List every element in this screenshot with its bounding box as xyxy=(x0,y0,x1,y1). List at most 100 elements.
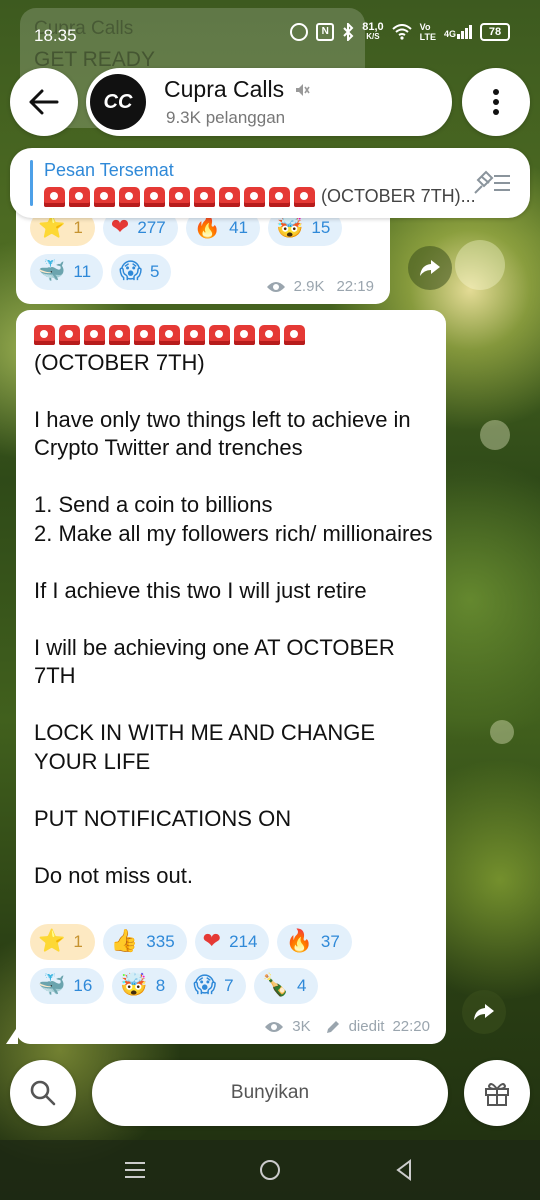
reactions-row: ⭐ 1 👍 335 ❤ 214 🔥 37 🐳 16 🤯 8 😱 7 🍾 4 xyxy=(30,924,400,1004)
more-vertical-icon xyxy=(493,89,499,115)
muted-speaker-icon xyxy=(296,83,310,96)
reaction-count: 15 xyxy=(311,218,331,237)
nav-menu-icon[interactable] xyxy=(123,1160,147,1180)
reaction-count: 37 xyxy=(320,932,340,951)
reaction-chip[interactable]: 🔥 37 xyxy=(277,924,352,960)
alarm-icon xyxy=(290,23,309,41)
reaction-chip[interactable]: ⭐ 1 xyxy=(30,924,95,960)
nav-home-icon[interactable] xyxy=(258,1158,282,1182)
channel-header[interactable]: CC Cupra Calls 9.3K pelanggan xyxy=(86,68,452,136)
reaction-chip[interactable]: 😱 7 xyxy=(185,968,246,1004)
avatar-logo-text: CC xyxy=(103,90,133,113)
system-nav-bar xyxy=(0,1140,540,1200)
pinned-message-bar[interactable]: Pesan Tersemat (OCTOBER 7TH)... xyxy=(10,148,530,218)
reaction-emoji: ⭐ xyxy=(38,929,66,954)
siren-emoji-row xyxy=(34,320,434,349)
reaction-emoji: 😱 xyxy=(193,973,217,998)
battery-icon: 78 xyxy=(480,23,510,41)
search-icon xyxy=(30,1080,56,1106)
view-count: 3K xyxy=(292,1018,311,1035)
message-bubble-main[interactable]: (OCTOBER 7TH) I have only two things lef… xyxy=(16,310,446,1044)
message-line: I have only two things left to achieve i… xyxy=(34,406,411,461)
reaction-count: 335 xyxy=(146,932,175,951)
reaction-emoji: 🐳 xyxy=(38,259,66,284)
unmute-button[interactable]: Bunyikan xyxy=(92,1060,448,1126)
reaction-count: 5 xyxy=(150,262,160,281)
back-arrow-icon xyxy=(29,89,59,115)
share-arrow-icon xyxy=(420,260,440,276)
reaction-emoji: ❤ xyxy=(110,215,130,240)
share-button[interactable] xyxy=(462,990,506,1034)
unpin-list-icon[interactable] xyxy=(472,170,512,196)
reaction-emoji: 🤯 xyxy=(276,215,304,240)
reaction-chip[interactable]: 🐳 16 xyxy=(30,968,105,1004)
reaction-chip[interactable]: 👍 335 xyxy=(102,924,187,960)
reaction-emoji: 🐳 xyxy=(38,973,66,998)
message-line: I will be achieving one AT OCTOBER 7TH xyxy=(34,634,395,689)
reaction-count: 4 xyxy=(297,976,307,995)
message-meta: 2.9K 22:19 xyxy=(266,278,374,295)
reaction-emoji: 🔥 xyxy=(285,929,313,954)
view-count: 2.9K xyxy=(293,278,325,295)
reaction-chip[interactable]: 🍾 4 xyxy=(253,968,319,1004)
reaction-chip[interactable]: ❤ 214 xyxy=(194,924,270,960)
message-meta: 3K diedit 22:20 xyxy=(264,1018,430,1035)
reaction-chip[interactable]: 😱 5 xyxy=(111,254,172,290)
background-bokeh xyxy=(480,420,510,450)
status-bar: 18.35 N 81,0 K/S Vo LTE 4G 78 xyxy=(0,0,540,60)
share-arrow-icon xyxy=(474,1004,494,1020)
avatar[interactable]: CC xyxy=(90,74,146,130)
nav-back-icon[interactable] xyxy=(394,1158,414,1182)
reaction-count: 214 xyxy=(229,932,258,951)
message-line: Do not miss out. xyxy=(34,862,193,888)
pinned-preview: (OCTOBER 7TH)... xyxy=(44,186,476,207)
reaction-emoji: 👍 xyxy=(110,929,139,954)
back-button[interactable] xyxy=(10,68,78,136)
net-speed: 81,0 K/S xyxy=(362,21,384,42)
reaction-emoji: ⭐ xyxy=(38,215,66,240)
background-bokeh xyxy=(490,720,514,744)
gift-icon xyxy=(485,1083,509,1106)
channel-title: Cupra Calls xyxy=(164,76,310,103)
status-time: 18.35 xyxy=(34,26,77,45)
reaction-count: 16 xyxy=(73,976,93,995)
message-line: (OCTOBER 7TH) xyxy=(34,349,205,375)
pinned-preview-text: (OCTOBER 7TH)... xyxy=(321,186,476,206)
message-time: 22:19 xyxy=(336,278,374,295)
bubble-tail xyxy=(6,1026,18,1044)
reaction-emoji: 🤯 xyxy=(120,973,148,998)
reaction-chip[interactable]: 🐳 11 xyxy=(30,254,104,290)
reaction-count: 8 xyxy=(155,976,166,995)
message-line: 1. Send a coin to billions xyxy=(34,492,273,517)
more-menu-button[interactable] xyxy=(462,68,530,136)
nfc-icon: N xyxy=(316,23,335,41)
reaction-emoji: 🍾 xyxy=(261,973,290,998)
eye-icon xyxy=(265,1021,284,1032)
share-button[interactable] xyxy=(408,246,452,290)
edited-pencil-icon xyxy=(326,1020,339,1033)
reaction-chip[interactable]: 🤯 8 xyxy=(112,968,178,1004)
eye-icon xyxy=(266,281,285,292)
reaction-count: 41 xyxy=(229,218,249,237)
siren-emoji-row xyxy=(44,186,319,207)
message-time: 22:20 xyxy=(392,1018,430,1035)
reaction-count: 7 xyxy=(224,976,234,995)
gift-button[interactable] xyxy=(464,1060,530,1126)
reaction-emoji: ❤ xyxy=(202,929,222,954)
message-line: LOCK IN WITH ME AND CHANGE YOUR LIFE xyxy=(34,720,376,774)
message-body: (OCTOBER 7TH) I have only two things lef… xyxy=(34,320,434,890)
reaction-emoji: 😱 xyxy=(119,259,142,284)
background-bokeh xyxy=(455,240,505,290)
volte-label: Vo LTE xyxy=(419,22,436,42)
message-line: If I achieve this two I will just retire xyxy=(34,577,367,603)
channel-title-text: Cupra Calls xyxy=(164,76,285,102)
wifi-icon xyxy=(391,24,412,40)
subscriber-count: 9.3K pelanggan xyxy=(166,108,286,127)
signal-icon: 4G xyxy=(444,25,472,39)
message-line: PUT NOTIFICATIONS ON xyxy=(34,805,292,831)
reaction-emoji: 🔥 xyxy=(193,215,222,240)
search-button[interactable] xyxy=(10,1060,76,1126)
edited-label: diedit xyxy=(348,1018,385,1035)
bluetooth-icon xyxy=(343,23,354,41)
reaction-count: 277 xyxy=(137,218,166,237)
